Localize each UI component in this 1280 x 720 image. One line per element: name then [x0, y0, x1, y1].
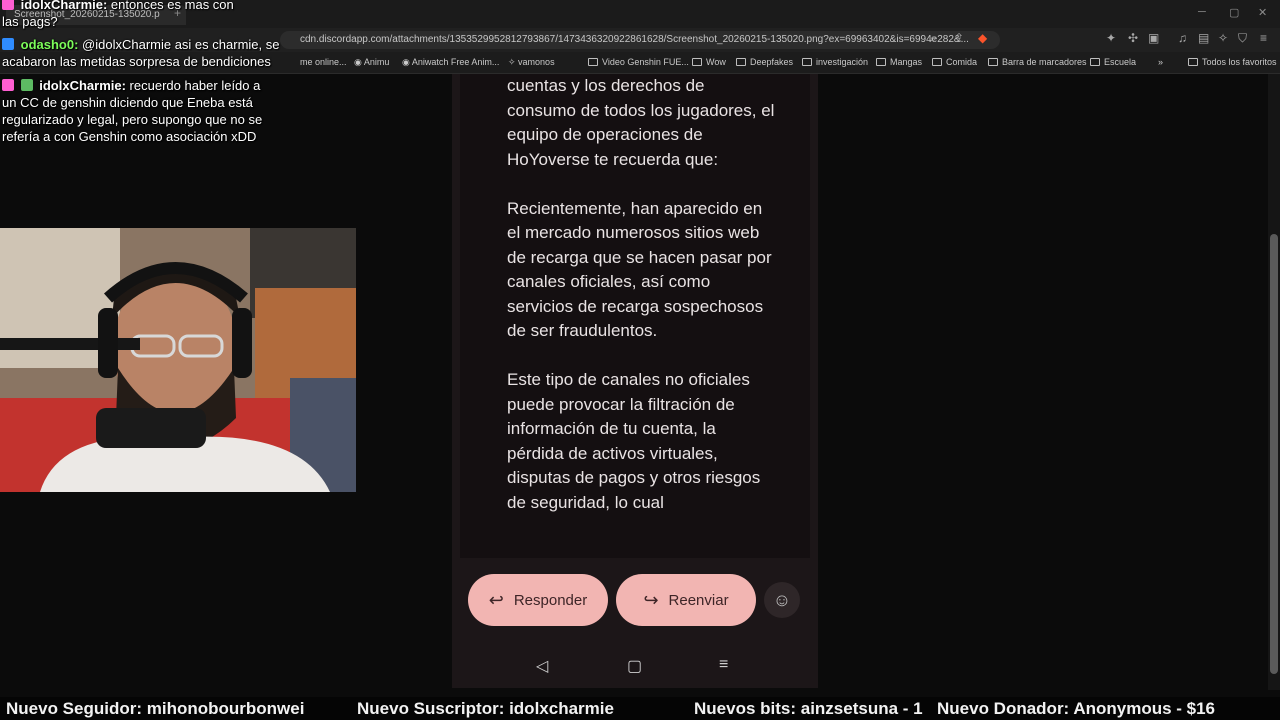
chat-text: acabaron las metidas sorpresa de bendici…	[2, 54, 271, 69]
chat-text: refería a con Genshin como asociación xD…	[2, 129, 257, 144]
chat-message: idolxCharmie: recuerdo haber leído a	[2, 77, 260, 94]
bookmark-item[interactable]: Barra de marcadores	[988, 57, 1087, 67]
chat-message: idolxCharmie: entonces es mas con	[2, 0, 234, 13]
webcam-feed	[0, 228, 356, 492]
message-paragraph: cuentas y los derechos de consumo de tod…	[507, 76, 775, 169]
bookmark-item[interactable]: Escuela	[1090, 57, 1136, 67]
globe-icon: ◉	[402, 57, 412, 67]
reply-icon: ↩	[488, 589, 504, 610]
bookmark-item[interactable]: ✧ vamonos	[508, 57, 555, 68]
forward-button[interactable]: ↪ Reenviar	[616, 574, 756, 626]
chat-text: recuerdo haber leído a	[125, 78, 261, 93]
ticker-donor: Nuevo Donador: Anonymous - $16	[937, 699, 1216, 718]
forward-label: Reenviar	[668, 591, 729, 609]
heart-badge-icon	[2, 79, 14, 91]
bookmark-item[interactable]: Video Genshin FUE...	[588, 57, 689, 67]
message-body: cuentas y los derechos de consumo de tod…	[507, 74, 777, 540]
folder-icon	[1188, 58, 1198, 66]
bookmark-item[interactable]: Deepfakes	[736, 57, 793, 67]
music-icon[interactable]: ♫	[1178, 31, 1187, 45]
bookmark-item[interactable]: ◉ Animu	[354, 57, 389, 68]
ticker-follower: Nuevo Seguidor: mihonobourbonwei	[6, 699, 305, 718]
chat-message: odasho0: @idolxCharmie asi es charmie, s…	[2, 36, 279, 53]
chat-username: odasho0:	[20, 37, 79, 52]
reply-button[interactable]: ↩ Responder	[468, 574, 608, 626]
close-window-icon[interactable]: ✕	[1258, 6, 1267, 19]
sidebar-icon[interactable]: ▣	[1148, 31, 1159, 45]
moderator-badge-icon	[2, 38, 14, 50]
folder-icon	[588, 58, 598, 66]
streamer-portrait	[0, 228, 356, 492]
message-paragraph: Este tipo de canales no oficiales puede …	[507, 370, 761, 512]
chat-message: refería a con Genshin como asociación xD…	[2, 128, 256, 145]
sub-badge-icon	[20, 79, 33, 91]
chat-message: un CC de genshin diciendo que Eneba está	[2, 94, 253, 111]
chat-username: idolxCharmie:	[39, 78, 126, 93]
folder-icon	[876, 58, 886, 66]
ticker-subscriber: Nuevo Suscriptor: idolxcharmie	[357, 699, 614, 718]
nav-home-icon[interactable]: ▢	[627, 656, 642, 676]
minimize-icon[interactable]: ─	[1198, 6, 1206, 18]
chat-message: las pags?	[2, 13, 58, 30]
bookmark-item[interactable]: Todos los favoritos	[1188, 57, 1277, 67]
bookmark-item[interactable]: Comida	[932, 57, 977, 67]
chat-text: las pags?	[2, 14, 58, 29]
message-card: cuentas y los derechos de consumo de tod…	[460, 74, 810, 558]
screen: Screenshot_20260215-135020.p + ─ ▢ ✕ cdn…	[0, 0, 1280, 720]
folder-icon	[988, 58, 998, 66]
chat-message: acabaron las metidas sorpresa de bendici…	[2, 53, 271, 70]
nav-back-icon[interactable]: ◁	[536, 656, 548, 676]
wallet-icon[interactable]: ▤	[1198, 31, 1209, 45]
phone-screenshot: cuentas y los derechos de consumo de tod…	[452, 74, 818, 688]
nav-recents-icon[interactable]: ≡	[719, 656, 728, 674]
scrollbar-thumb[interactable]	[1270, 234, 1278, 674]
share-icon[interactable]: ⇪	[954, 31, 964, 45]
chat-text: @idolxCharmie asi es charmie, se	[78, 37, 280, 52]
folder-icon	[1090, 58, 1100, 66]
folder-icon	[802, 58, 812, 66]
bookmark-item[interactable]: Wow	[692, 57, 726, 67]
chat-text: entonces es mas con	[107, 0, 234, 12]
vpn-icon[interactable]: ⛉	[1238, 31, 1247, 46]
chat-message: regularizado y legal, pero supongo que n…	[2, 111, 262, 128]
folder-icon	[692, 58, 702, 66]
menu-icon[interactable]: ≡	[1260, 31, 1267, 45]
zoom-icon[interactable]: ⌕	[930, 31, 937, 46]
forward-icon: ↪	[643, 589, 659, 610]
emoji-reaction-icon[interactable]: ☺	[764, 582, 800, 618]
bookmark-item[interactable]: investigación	[802, 57, 868, 67]
bookmark-icon: ✧	[508, 57, 519, 67]
reply-label: Responder	[513, 591, 588, 609]
bookmark-item[interactable]: ◉ Aniwatch Free Anim...	[402, 57, 499, 68]
bookmark-item[interactable]: Mangas	[876, 57, 922, 67]
extension-icon[interactable]: ✦	[1106, 31, 1116, 45]
chat-username: idolxCharmie:	[20, 0, 108, 12]
folder-icon	[736, 58, 746, 66]
chat-text: regularizado y legal, pero supongo que n…	[2, 112, 263, 127]
alert-ticker: Nuevo Seguidor: mihonobourbonwei Nuevo S…	[0, 697, 1280, 720]
puzzle-icon[interactable]: ✣	[1128, 31, 1138, 45]
ai-icon[interactable]: ✧	[1218, 31, 1228, 45]
message-paragraph: Recientemente, han aparecido en el merca…	[507, 198, 772, 341]
folder-icon	[932, 58, 942, 66]
chat-text: un CC de genshin diciendo que Eneba está	[2, 95, 253, 110]
ticker-bits: Nuevos bits: ainzsetsuna - 1	[694, 699, 923, 718]
heart-badge-icon	[2, 0, 14, 10]
url-bar[interactable]: cdn.discordapp.com/attachments/135352995…	[280, 31, 1000, 49]
globe-icon: ◉	[354, 57, 364, 67]
bookmark-item[interactable]: me online...	[300, 57, 347, 67]
brave-shield-icon[interactable]: ◆	[978, 31, 987, 45]
maximize-icon[interactable]: ▢	[1229, 6, 1239, 19]
url-text: cdn.discordapp.com/attachments/135352995…	[300, 34, 969, 45]
more-bookmarks-icon[interactable]: »	[1158, 57, 1163, 67]
